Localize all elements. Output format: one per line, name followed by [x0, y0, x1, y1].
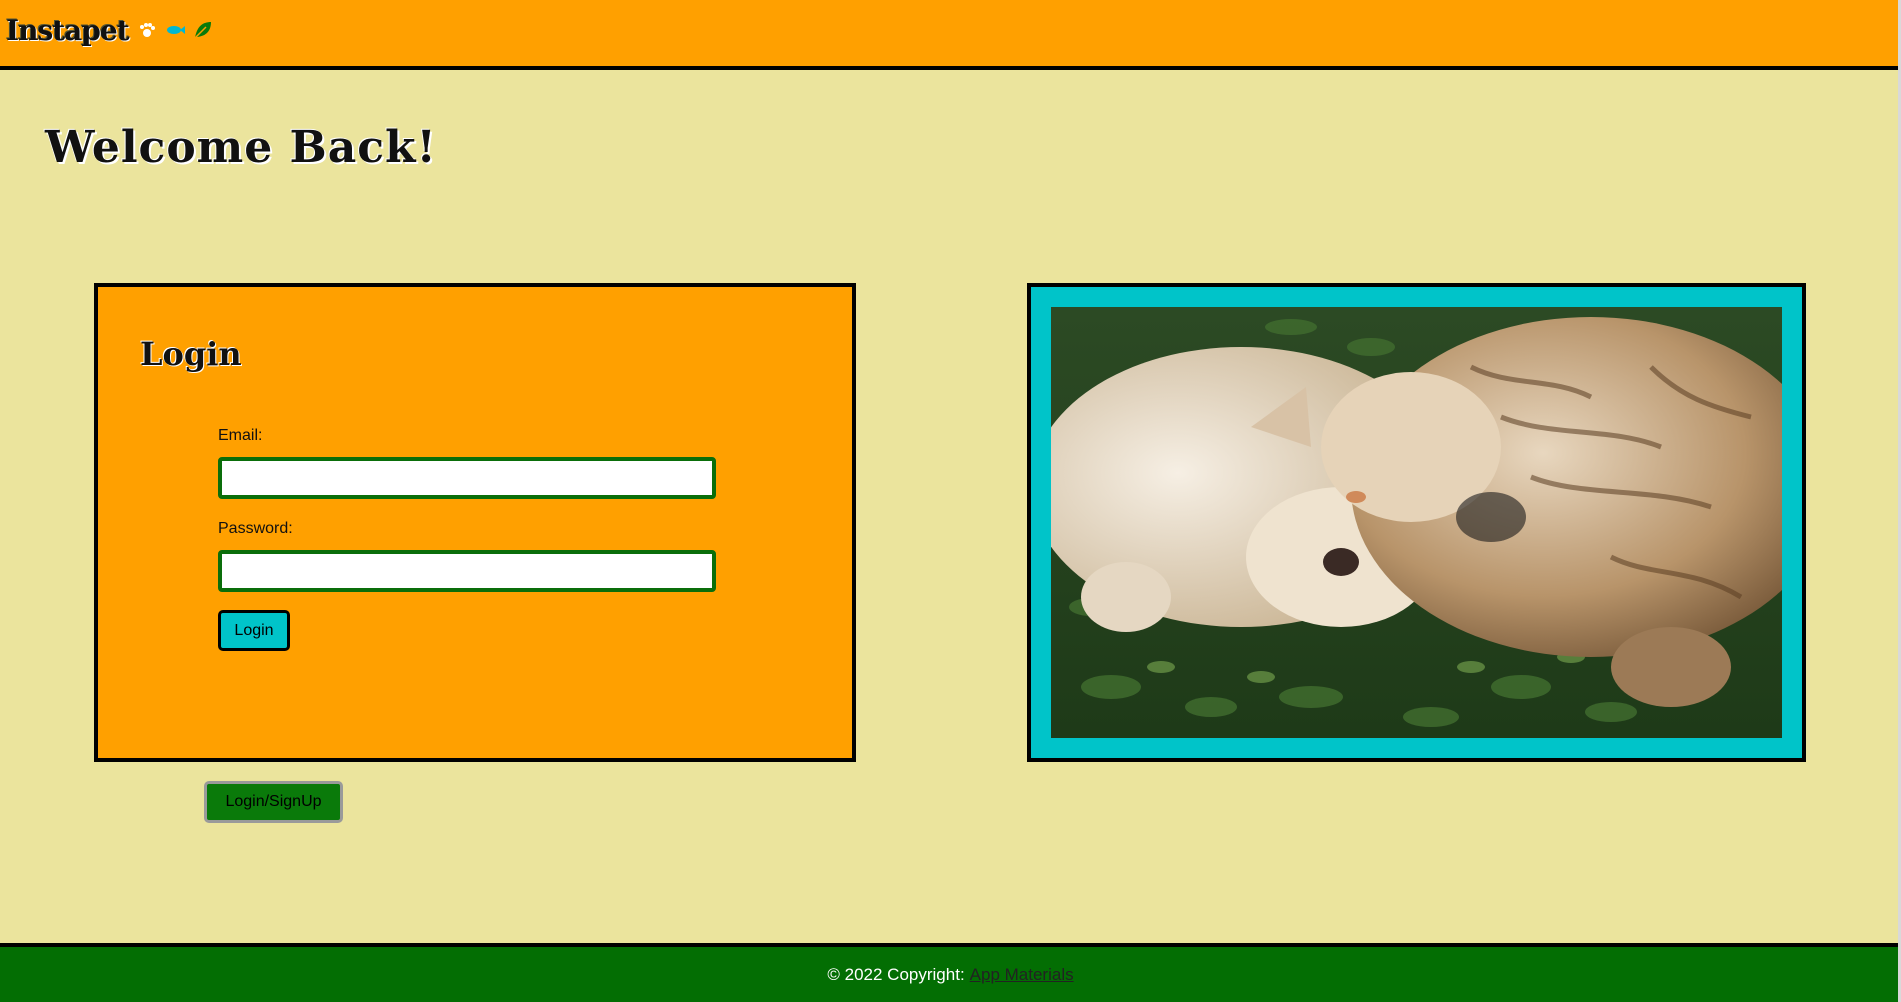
password-field[interactable]	[218, 550, 716, 592]
login-card: Login Email: Password: Login	[94, 283, 856, 762]
login-title: Login	[140, 335, 242, 373]
email-label: Email:	[218, 427, 263, 444]
password-label: Password:	[218, 520, 293, 537]
cat-and-dog-photo	[1051, 307, 1782, 738]
photo-frame	[1027, 283, 1806, 762]
footer: © 2022 Copyright: App Materials	[0, 943, 1901, 1002]
login-button[interactable]: Login	[218, 610, 290, 651]
page-title: Welcome Back!	[45, 122, 437, 173]
brand[interactable]: Instapet	[6, 14, 213, 47]
copyright-text: © 2022 Copyright:	[827, 964, 965, 984]
top-navbar: Instapet	[0, 0, 1901, 70]
login-signup-button[interactable]: Login/SignUp	[204, 781, 343, 823]
app-materials-link[interactable]: App Materials	[970, 965, 1074, 985]
fish-icon	[166, 26, 185, 34]
brand-name[interactable]: Instapet	[6, 14, 130, 47]
paw-icon	[139, 23, 155, 37]
email-field[interactable]	[218, 457, 716, 499]
leaf-icon	[194, 22, 211, 39]
pet-photo-illustration	[1051, 307, 1782, 738]
